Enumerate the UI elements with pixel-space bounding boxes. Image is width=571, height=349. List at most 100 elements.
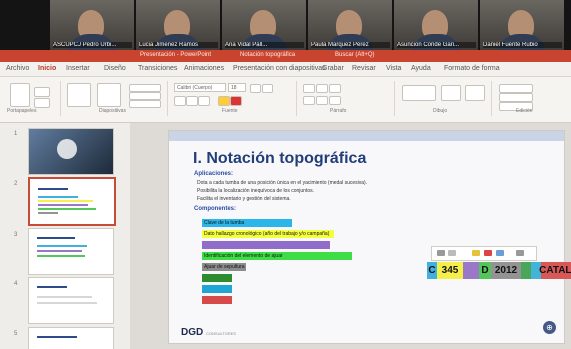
thumbnail-slide-selected[interactable]	[28, 177, 116, 226]
thumbnail-line	[37, 250, 82, 252]
tab-vista[interactable]: Vista	[386, 65, 401, 72]
format-icon[interactable]	[516, 250, 524, 256]
tab-animaciones[interactable]: Animaciones	[184, 65, 224, 72]
align-center-icon[interactable]	[316, 96, 328, 105]
tab-formato-forma[interactable]: Formato de forma	[444, 65, 500, 72]
copy-icon[interactable]	[34, 98, 50, 108]
reset-icon[interactable]	[129, 92, 161, 100]
section-label: Aplicaciones:	[194, 171, 234, 177]
thumbnail-number: 4	[14, 281, 18, 287]
highlight-icon[interactable]	[472, 250, 480, 256]
participant-name: Ana Vidal Pall...	[225, 42, 304, 48]
format-icon[interactable]	[437, 250, 445, 256]
italic-icon[interactable]	[186, 96, 198, 106]
section-icon[interactable]	[129, 100, 161, 108]
ribbon: Portapapeles Diapositivas Calibri (Cuerp…	[0, 77, 571, 123]
font-name-select[interactable]: Calibri (Cuerpo)	[174, 83, 226, 92]
participant-tile[interactable]: Asuncion Conde Gari...	[394, 0, 478, 50]
slide-editor: I. Notación topográfica Aplicaciones: Do…	[130, 123, 571, 349]
zoom-icon[interactable]: ⊕	[543, 321, 556, 334]
align-left-icon[interactable]	[303, 96, 315, 105]
ribbon-group-clipboard: Portapapeles	[4, 81, 61, 116]
participant-tile[interactable]: Paula Marquez Pérez	[308, 0, 392, 50]
slide-canvas[interactable]: I. Notación topográfica Aplicaciones: Do…	[168, 130, 571, 344]
thumbnail-line	[38, 204, 88, 206]
bold-icon[interactable]	[174, 96, 186, 106]
align-right-icon[interactable]	[329, 96, 341, 105]
tab-insertar[interactable]: Insertar	[66, 65, 90, 72]
group-label: Portapapeles	[7, 108, 37, 114]
cut-icon[interactable]	[34, 87, 50, 97]
thumbnail-slide[interactable]	[28, 128, 114, 175]
participant-tile[interactable]: ASCUPCJ Pedro Urbi...	[50, 0, 134, 50]
slide-title: I. Notación topográfica	[193, 150, 367, 167]
component-row: Clave de la tumba	[202, 219, 292, 227]
thumbnail-title	[38, 188, 68, 190]
format-icon[interactable]	[496, 250, 504, 256]
dgd-logo: DGD CONSULTORES	[181, 327, 236, 338]
thumbnail-line	[38, 208, 96, 210]
tab-archivo[interactable]: Archivo	[6, 65, 29, 72]
ribbon-group-font: Calibri (Cuerpo) 18 Fuente	[170, 81, 297, 116]
code-cell: 2012	[491, 262, 521, 279]
thumbnail-line	[38, 200, 93, 202]
thumbnail-number: 3	[14, 232, 18, 238]
paste-icon[interactable]	[10, 83, 30, 107]
layout-icon[interactable]	[129, 84, 161, 92]
component-row	[202, 285, 232, 293]
reuse-slides-icon[interactable]	[97, 83, 121, 107]
thumbnail-title	[37, 237, 75, 239]
tab-transiciones[interactable]: Transiciones	[138, 65, 177, 72]
logo-subtext: CONSULTORES	[206, 331, 237, 336]
section-label: Componentes:	[194, 206, 236, 212]
participant-tile[interactable]: Lucia Jimenez Ramos	[136, 0, 220, 50]
tab-grabar[interactable]: Grabar	[322, 65, 344, 72]
find-icon[interactable]	[499, 84, 533, 93]
group-label: Dibujo	[433, 108, 448, 114]
tab-diseno[interactable]: Diseño	[104, 65, 126, 72]
ribbon-group-editing: Edición	[494, 81, 566, 116]
thumbnail-line	[38, 212, 58, 214]
font-color-icon[interactable]	[230, 96, 242, 106]
bullets-icon[interactable]	[303, 84, 315, 93]
grow-font-icon[interactable]	[250, 84, 261, 93]
underline-icon[interactable]	[198, 96, 210, 106]
thumbnail-slide[interactable]	[28, 228, 114, 275]
font-color-icon[interactable]	[484, 250, 492, 256]
arrange-icon[interactable]	[441, 85, 461, 101]
ribbon-tabs: Archivo Inicio Insertar Diseño Transicio…	[0, 62, 571, 77]
new-slide-icon[interactable]	[67, 83, 91, 107]
thumbnail-logo	[57, 139, 77, 159]
tab-inicio[interactable]: Inicio	[38, 65, 56, 72]
quick-styles-icon[interactable]	[465, 85, 485, 101]
thumbnail-line	[37, 255, 85, 257]
highlight-color-icon[interactable]	[218, 96, 230, 106]
ribbon-group-drawing: Dibujo	[397, 81, 492, 116]
video-participants-strip: ASCUPCJ Pedro Urbi... Lucia Jimenez Ramo…	[0, 0, 571, 50]
code-cell: CATALOGO	[539, 262, 571, 279]
slide-header-bar	[169, 131, 564, 141]
participant-name: ASCUPCJ Pedro Urbi...	[53, 42, 132, 48]
ribbon-group-slides: Diapositivas	[63, 81, 168, 116]
component-row	[202, 241, 330, 249]
numbering-icon[interactable]	[316, 84, 328, 93]
bullet-item: Posibilita la localización inequívoca de…	[197, 188, 315, 194]
thumbnail-number: 2	[14, 181, 18, 187]
shrink-font-icon[interactable]	[262, 84, 273, 93]
shapes-gallery-icon[interactable]	[402, 85, 436, 101]
font-size-select[interactable]: 18	[228, 83, 246, 92]
format-icon[interactable]	[448, 250, 456, 256]
code-cell: C	[427, 262, 437, 279]
replace-icon[interactable]	[499, 93, 533, 102]
thumbnail-slide[interactable]	[28, 327, 114, 349]
participant-tile[interactable]: Daniel Fuente Rubio	[480, 0, 564, 50]
thumbnail-slide[interactable]	[28, 277, 114, 324]
component-row: Ajuar de sepultura	[202, 263, 246, 271]
tab-revisar[interactable]: Revisar	[352, 65, 376, 72]
search-box[interactable]: Buscar (Alt+Q)	[335, 52, 375, 58]
tab-ayuda[interactable]: Ayuda	[411, 65, 431, 72]
participant-tile[interactable]: Ana Vidal Pall...	[222, 0, 306, 50]
thumbnail-number: 5	[14, 331, 18, 337]
tab-presentacion[interactable]: Presentación con diapositivas	[233, 65, 326, 72]
indent-icon[interactable]	[329, 84, 341, 93]
